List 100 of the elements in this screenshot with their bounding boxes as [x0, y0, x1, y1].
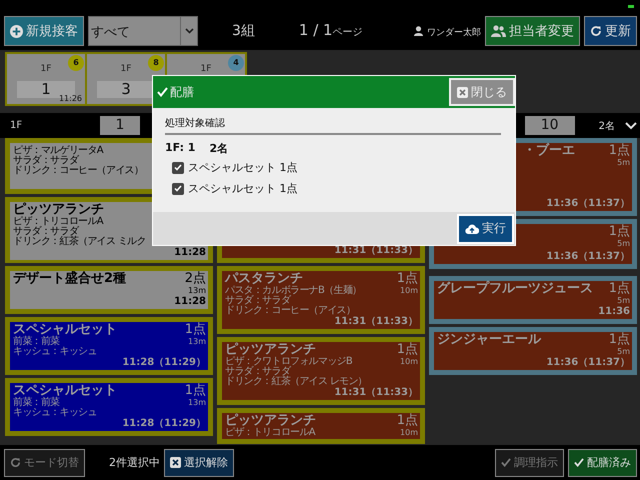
- order-time: 11:31（11:33）: [334, 316, 418, 328]
- dish-detail: サラダ：サラダ: [13, 156, 78, 166]
- order-card[interactable]: スペシャルセット 前菜：前菜 キッシュ：キッシュ 1点 13m 11:28（11:29）: [10, 322, 208, 370]
- quantity: 1点: [396, 413, 418, 428]
- dish-title: ジンジャーエール: [437, 332, 541, 347]
- dish-detail: サラダ：サラダ: [13, 227, 78, 237]
- elapsed-time: 5m: [617, 296, 630, 306]
- close-button[interactable]: 閉じる: [449, 78, 515, 106]
- elapsed-time: 10m: [400, 428, 418, 438]
- close-icon: [457, 86, 468, 98]
- cloud-upload-icon: [465, 224, 479, 234]
- guest-count-badge: 6: [68, 55, 84, 71]
- elapsed-time: 10m: [400, 286, 418, 296]
- floor-label: 1F: [40, 64, 52, 74]
- filter-select[interactable]: すべて: [88, 16, 198, 46]
- floor-label: 1F: [10, 120, 24, 131]
- table-label: 1F: 1: [165, 141, 196, 156]
- table-card[interactable]: 1F 3 8: [87, 54, 165, 104]
- new-guest-button[interactable]: 新規接客: [4, 16, 84, 46]
- chevron-down-icon: [184, 28, 194, 34]
- checkbox[interactable]: [172, 162, 184, 174]
- guest-count: 2名: [209, 141, 228, 156]
- elapsed-time: 13m: [188, 398, 206, 408]
- dish-detail: ドリンク：コーヒー（アイス）: [13, 166, 144, 176]
- floor-label: 1F: [200, 64, 212, 74]
- dish-title: ピッツアランチ: [225, 342, 316, 357]
- dish-detail: キッシュ：キッシュ: [13, 408, 97, 418]
- order-card[interactable]: ピッツアランチ ピザ：トリコロールA 1点 10m: [222, 413, 420, 439]
- order-card[interactable]: スペシャルセット 前菜：前菜 キッシュ：キッシュ 1点 13m 11:28（11:29）: [10, 383, 208, 431]
- dish-detail: ピザ：トリコロールA: [225, 428, 315, 438]
- order-card[interactable]: パスタランチ パスタ：カルボラーナB（生麺） サラダ：サラダ ドリンク：コーヒー（アイス） 1点 10m 11:31（11:33）: [222, 271, 420, 329]
- quantity: 1点: [396, 271, 418, 286]
- dish-detail: ドリンク：紅茶（アイス レモン）: [225, 377, 367, 387]
- elapsed-time: 13m: [188, 286, 206, 296]
- quantity: 1点: [608, 281, 630, 296]
- elapsed-time: 5m: [617, 158, 630, 168]
- elapsed-time: 10m: [400, 357, 418, 367]
- table-number: 1: [100, 116, 140, 135]
- check-icon: [157, 87, 168, 97]
- battery-icon: [628, 5, 634, 8]
- order-time: 11:28: [174, 247, 206, 259]
- dish-detail: パスタ：カルボラーナB（生麺）: [225, 286, 362, 296]
- checkbox[interactable]: [172, 182, 184, 194]
- dish-detail: ピザ：トリコロールA: [13, 217, 103, 227]
- guest-count-badge: 8: [148, 55, 164, 71]
- dish-detail: サラダ：サラダ: [225, 296, 290, 306]
- order-card[interactable]: デザート盛合せ2種 2点 13m 11:28: [10, 271, 208, 309]
- quantity: 2点: [184, 271, 206, 286]
- selection-count: 2件選択中: [109, 455, 160, 470]
- order-card[interactable]: ピッツアランチ ピザ：クワトロフォルマッジB サラダ：サラダ ドリンク：紅茶（アイス レモン） 1点 10m 11:31（11:33）: [222, 342, 420, 400]
- quantity: 1点: [184, 322, 206, 337]
- elapsed-time: 5m: [617, 239, 630, 249]
- guest-count-badge: 4: [228, 55, 244, 71]
- plus-circle-icon: [10, 24, 23, 38]
- order-time: 11:28（11:29）: [122, 418, 206, 430]
- order-time: 11:31（11:33）: [334, 387, 418, 399]
- dish-detail: 前菜：前菜: [13, 337, 60, 347]
- guest-count: 2名: [598, 120, 615, 132]
- user-icon: [414, 26, 423, 36]
- order-time: 11:36（11:37）: [546, 357, 630, 369]
- dish-detail: ドリンク：コーヒー（アイス）: [225, 306, 356, 316]
- order-time: 11:28: [174, 296, 206, 308]
- refresh-button[interactable]: 更新: [584, 16, 637, 46]
- table-number: 10: [524, 116, 575, 135]
- refresh-icon: [10, 457, 21, 468]
- run-button[interactable]: 実行: [457, 214, 514, 244]
- dish-detail: キッシュ：キッシュ: [13, 347, 97, 357]
- order-time: 11:28（11:29）: [122, 357, 206, 369]
- served-button[interactable]: 配膳済み: [568, 448, 637, 476]
- refresh-icon: [590, 25, 602, 37]
- elapsed-time: 13m: [188, 337, 206, 347]
- quantity: 1点: [396, 342, 418, 357]
- section-heading: 処理対象確認: [165, 116, 501, 135]
- check-icon: [574, 458, 584, 467]
- dish-title: ピッツアランチ: [225, 413, 316, 428]
- dish-detail: ピザ：マルゲリータA: [13, 146, 103, 156]
- order-card[interactable]: ジンジャーエール 1点 5m 11:36（11:37）: [434, 332, 632, 370]
- quantity: 1点: [184, 383, 206, 398]
- group-count: 3組: [232, 22, 255, 40]
- chevron-down-icon[interactable]: [625, 122, 637, 130]
- floor-label: 1F: [120, 64, 132, 74]
- quantity: 1点: [608, 143, 630, 158]
- dish-title: スペシャルセット: [13, 322, 117, 337]
- close-icon: [170, 457, 181, 468]
- dish-title: パスタランチ: [225, 271, 303, 286]
- clear-selection-button[interactable]: 選択解除: [164, 448, 234, 476]
- dish-title: スペシャルセット: [13, 383, 117, 398]
- check-icon: [501, 458, 511, 467]
- dish-title: ピッツアランチ: [13, 202, 104, 217]
- dish-detail: ピザ：クワトロフォルマッジB: [225, 357, 352, 367]
- dish-title: デザート盛合せ2種: [13, 271, 126, 286]
- change-staff-button[interactable]: 担当者変更: [485, 16, 580, 46]
- order-card[interactable]: グレープフルーツジュース 1点 5m 11:36: [434, 281, 632, 319]
- page-indicator: 1 / 1ページ: [298, 21, 363, 39]
- people-icon: [491, 25, 506, 37]
- quantity: 1点: [608, 332, 630, 347]
- dialog-title: 配膳: [170, 84, 194, 100]
- order-time: 11:36: [598, 306, 630, 318]
- user-name: ワンダー太郎: [427, 26, 481, 39]
- order-time: 11:36（11:37）: [546, 198, 630, 210]
